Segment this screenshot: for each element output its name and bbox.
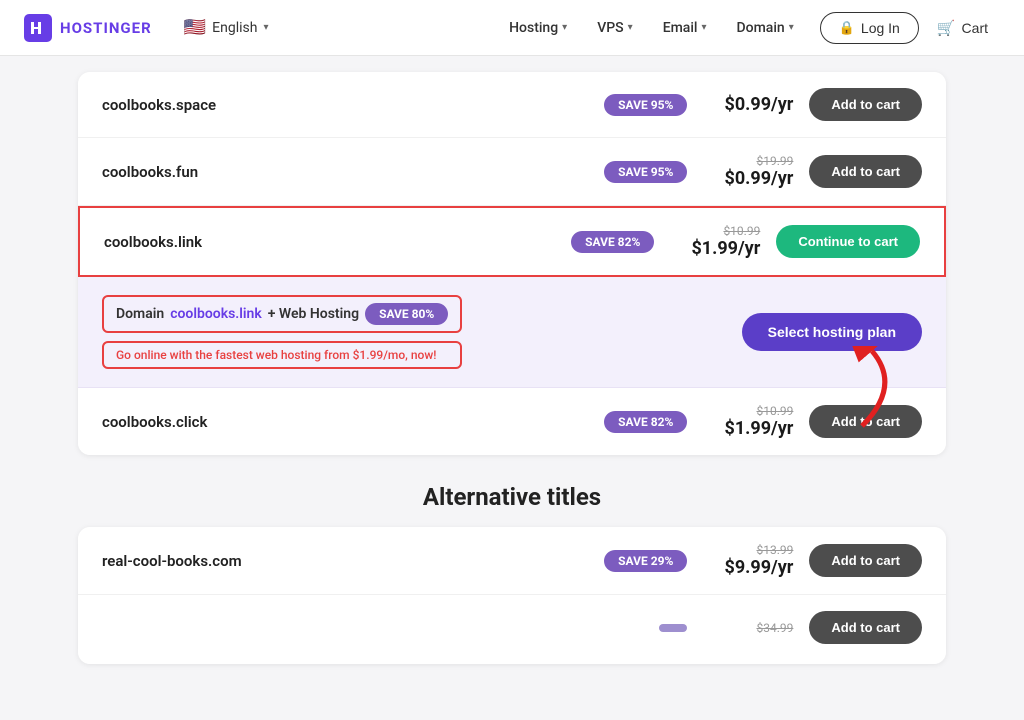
- nav-email[interactable]: Email ▾: [651, 12, 719, 44]
- price-main: $9.99/yr: [725, 557, 794, 578]
- bundle-subtitle: Go online with the fastest web hosting f…: [116, 348, 436, 362]
- price-main: $1.99/yr: [691, 238, 760, 259]
- price-original: $10.99: [756, 404, 793, 418]
- alt-domain-results-card: real-cool-books.com SAVE 29% $13.99 $9.9…: [78, 527, 946, 664]
- chevron-down-icon: ▾: [628, 22, 633, 33]
- add-to-cart-button-alt-1[interactable]: Add to cart: [809, 544, 922, 577]
- save-badge: SAVE 82%: [571, 231, 654, 253]
- save-badge: SAVE 29%: [604, 550, 687, 572]
- login-label: Log In: [861, 20, 900, 36]
- price-original: $19.99: [756, 154, 793, 168]
- add-to-cart-button-fun[interactable]: Add to cart: [809, 155, 922, 188]
- alt-section-title: Alternative titles: [78, 483, 946, 511]
- nav-domain[interactable]: Domain ▾: [725, 12, 806, 44]
- login-button[interactable]: 🔒 Log In: [820, 12, 919, 44]
- price-block: $10.99 $1.99/yr: [703, 404, 793, 439]
- domain-name: coolbooks.space: [102, 96, 588, 114]
- main-content: coolbooks.space SAVE 95% $0.99/yr Add to…: [62, 56, 962, 720]
- red-arrow-icon: [852, 346, 932, 436]
- price-block: $0.99/yr: [703, 94, 793, 115]
- price-block: $19.99 $0.99/yr: [703, 154, 793, 189]
- navbar: HOSTINGER 🇺🇸 English ▾ Hosting ▾ VPS ▾ E…: [0, 0, 1024, 56]
- price-block: $10.99 $1.99/yr: [670, 224, 760, 259]
- domain-name: coolbooks.link: [104, 233, 555, 251]
- price-main: $1.99/yr: [725, 418, 794, 439]
- alt-domain-row-2: $34.99 Add to cart: [78, 595, 946, 664]
- bundle-save-badge: SAVE 80%: [365, 303, 448, 325]
- bundle-title: Domain coolbooks.link + Web Hosting SAVE…: [102, 295, 462, 333]
- price-main: $0.99/yr: [725, 168, 794, 189]
- domain-results-card: coolbooks.space SAVE 95% $0.99/yr Add to…: [78, 72, 946, 455]
- lock-icon: 🔒: [839, 20, 855, 36]
- price-main: $0.99/yr: [725, 94, 794, 115]
- chevron-down-icon: ▾: [263, 22, 268, 33]
- bundle-domain-suffix: + Web Hosting: [268, 306, 359, 322]
- logo-text: HOSTINGER: [60, 19, 152, 37]
- domain-name: coolbooks.click: [102, 413, 588, 431]
- nav-email-label: Email: [663, 20, 698, 36]
- price-block: $34.99: [703, 621, 793, 635]
- add-to-cart-button-alt-2[interactable]: Add to cart: [809, 611, 922, 644]
- domain-name: coolbooks.fun: [102, 163, 588, 181]
- save-badge: SAVE 82%: [604, 411, 687, 433]
- nav-vps[interactable]: VPS ▾: [585, 12, 644, 44]
- bundle-info: Domain coolbooks.link + Web Hosting SAVE…: [102, 295, 462, 369]
- save-badge: SAVE 95%: [604, 161, 687, 183]
- price-block: $13.99 $9.99/yr: [703, 543, 793, 578]
- domain-row-click: coolbooks.click SAVE 82% $10.99 $1.99/yr…: [78, 388, 946, 455]
- logo-icon: [24, 14, 52, 42]
- cart-label: Cart: [962, 20, 988, 36]
- cart-icon: 🛒: [937, 19, 956, 37]
- save-badge: [659, 624, 687, 632]
- nav-vps-label: VPS: [597, 20, 623, 36]
- nav-domain-label: Domain: [737, 20, 785, 36]
- chevron-down-icon: ▾: [789, 22, 794, 33]
- price-original: $34.99: [756, 621, 793, 635]
- domain-row-space: coolbooks.space SAVE 95% $0.99/yr Add to…: [78, 72, 946, 138]
- bundle-subtitle-box: Go online with the fastest web hosting f…: [102, 341, 462, 369]
- nav-menu: Hosting ▾ VPS ▾ Email ▾ Domain ▾ 🔒 Log I…: [497, 12, 1000, 44]
- continue-to-cart-button[interactable]: Continue to cart: [776, 225, 920, 258]
- flag-icon: 🇺🇸: [184, 17, 206, 38]
- logo[interactable]: HOSTINGER: [24, 14, 152, 42]
- domain-row-fun: coolbooks.fun SAVE 95% $19.99 $0.99/yr A…: [78, 138, 946, 206]
- language-label: English: [212, 20, 257, 36]
- chevron-down-icon: ▾: [701, 22, 706, 33]
- bundle-row: Domain coolbooks.link + Web Hosting SAVE…: [78, 277, 946, 388]
- price-original: $10.99: [723, 224, 760, 238]
- price-original: $13.99: [756, 543, 793, 557]
- bundle-domain-link: coolbooks.link: [170, 306, 262, 322]
- bundle-title-box: Domain coolbooks.link + Web Hosting SAVE…: [102, 295, 462, 333]
- save-badge: SAVE 95%: [604, 94, 687, 116]
- alt-domain-row-1: real-cool-books.com SAVE 29% $13.99 $9.9…: [78, 527, 946, 595]
- add-to-cart-button-space[interactable]: Add to cart: [809, 88, 922, 121]
- language-selector[interactable]: 🇺🇸 English ▾: [184, 17, 269, 38]
- cart-button[interactable]: 🛒 Cart: [925, 12, 1000, 44]
- domain-name: real-cool-books.com: [102, 552, 588, 570]
- nav-hosting-label: Hosting: [509, 20, 558, 36]
- domain-row-link: coolbooks.link SAVE 82% $10.99 $1.99/yr …: [78, 206, 946, 277]
- bundle-action: Select hosting plan: [742, 313, 922, 351]
- chevron-down-icon: ▾: [562, 22, 567, 33]
- nav-hosting[interactable]: Hosting ▾: [497, 12, 579, 44]
- bundle-domain-prefix: Domain: [116, 306, 164, 322]
